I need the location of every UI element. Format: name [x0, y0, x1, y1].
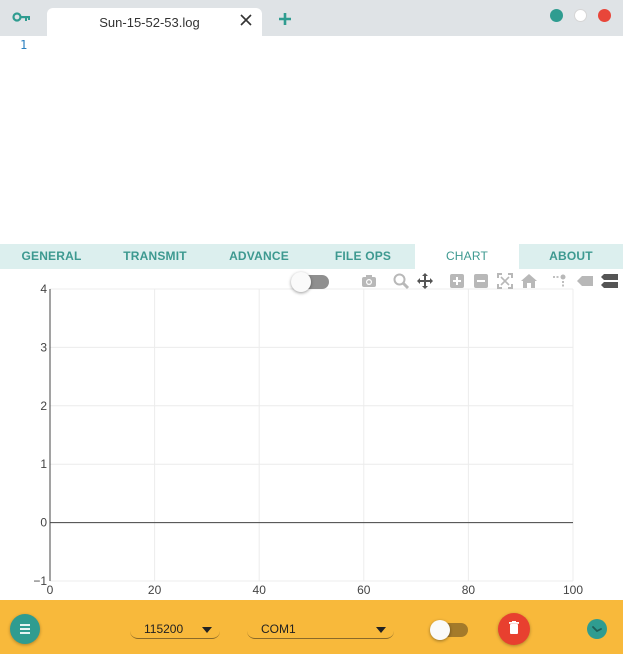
close-dot[interactable] — [598, 9, 611, 22]
menu-icon — [20, 624, 30, 634]
baud-rate-select[interactable]: 115200 — [130, 619, 220, 639]
tab-chart[interactable]: CHART — [415, 244, 519, 269]
pan-icon[interactable] — [416, 272, 434, 290]
key-icon[interactable] — [12, 11, 32, 27]
close-icon[interactable] — [239, 13, 253, 27]
tab-about[interactable]: ABOUT — [519, 244, 623, 269]
port-value: COM1 — [261, 622, 296, 636]
tab-general[interactable]: GENERAL — [0, 244, 103, 269]
file-tab[interactable]: Sun-15-52-53.log — [47, 8, 262, 36]
plus-icon[interactable] — [278, 12, 292, 26]
toggle-knob — [430, 620, 450, 640]
y-tick-label: −1 — [33, 574, 47, 588]
y-tick-label: 1 — [40, 457, 47, 471]
x-tick-label: 100 — [563, 583, 583, 597]
zoom-in-icon[interactable] — [448, 272, 466, 290]
log-editor[interactable]: 1 — [0, 36, 623, 244]
maximize-dot[interactable] — [574, 9, 587, 22]
hover-closest-icon[interactable] — [576, 272, 594, 290]
link-icon — [592, 626, 602, 633]
camera-icon[interactable] — [360, 272, 378, 290]
x-tick-label: 40 — [253, 583, 267, 597]
tab-title: Sun-15-52-53.log — [99, 15, 200, 30]
autoscale-icon[interactable] — [496, 272, 514, 290]
zoom-out-icon[interactable] — [472, 272, 490, 290]
zoom-icon[interactable] — [392, 272, 410, 290]
line-number: 1 — [20, 38, 28, 52]
y-tick-label: 0 — [40, 516, 47, 530]
tab-file-ops[interactable]: FILE OPS — [311, 244, 415, 269]
home-icon[interactable] — [520, 272, 538, 290]
tab-transmit[interactable]: TRANSMIT — [103, 244, 207, 269]
x-tick-label: 20 — [148, 583, 162, 597]
link-button[interactable] — [587, 619, 607, 639]
connect-toggle[interactable] — [430, 620, 468, 640]
spike-lines-icon[interactable] — [551, 272, 569, 290]
x-tick-label: 80 — [462, 583, 476, 597]
x-tick-label: 60 — [357, 583, 371, 597]
y-tick-label: 3 — [40, 340, 47, 354]
minimize-dot[interactable] — [550, 9, 563, 22]
tab-advance[interactable]: ADVANCE — [207, 244, 311, 269]
y-tick-label: 2 — [40, 399, 47, 413]
main-tabs: GENERAL TRANSMIT ADVANCE FILE OPS CHART … — [0, 244, 623, 269]
bottom-bar: 115200 COM1 — [0, 600, 623, 654]
chevron-down-icon — [376, 627, 386, 633]
title-bar: Sun-15-52-53.log — [0, 0, 623, 36]
chart[interactable]: 0 20 40 60 80 100−101234 — [0, 269, 623, 600]
chevron-down-icon — [202, 627, 212, 633]
menu-button[interactable] — [10, 614, 40, 644]
clear-button[interactable] — [498, 613, 530, 645]
x-tick-label: 0 — [47, 583, 54, 597]
chart-modebar — [0, 272, 623, 294]
trash-icon — [509, 621, 519, 634]
baud-rate-value: 115200 — [144, 622, 184, 636]
port-select[interactable]: COM1 — [247, 619, 394, 639]
chart-panel: 0 20 40 60 80 100 −1 0 1 2 3 4 — [0, 269, 623, 600]
hover-compare-icon[interactable] — [600, 272, 618, 290]
